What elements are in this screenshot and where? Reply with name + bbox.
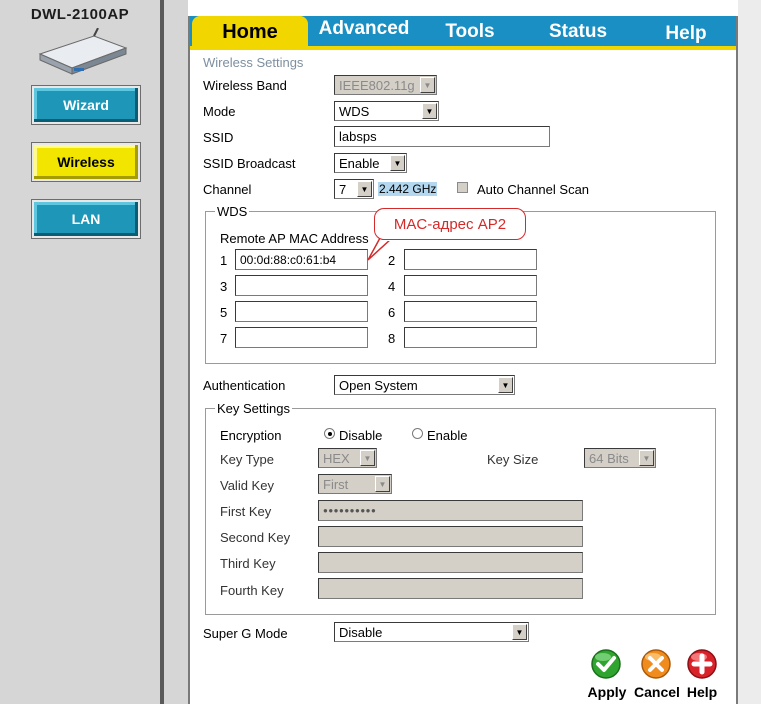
help-label: Help	[686, 684, 718, 700]
wireless-band-label: Wireless Band	[203, 78, 287, 93]
mode-select[interactable]: WDS ▼	[334, 101, 439, 121]
wds-entry-number: 3	[220, 279, 228, 294]
encryption-disable-label: Disable	[339, 428, 383, 443]
wds-legend: WDS	[215, 204, 250, 219]
key-size-select[interactable]: 64 Bits ▼	[584, 448, 656, 468]
chevron-down-icon: ▼	[360, 450, 375, 466]
ssid-label: SSID	[203, 130, 234, 145]
wds-mac-input-5[interactable]	[235, 301, 368, 322]
tab-help[interactable]: Help	[636, 16, 736, 46]
encryption-label: Encryption	[220, 428, 282, 443]
chevron-down-icon: ▼	[512, 624, 527, 640]
tab-home[interactable]: Home	[192, 16, 308, 46]
wds-entry-number: 7	[220, 331, 228, 346]
key-type-select[interactable]: HEX ▼	[318, 448, 377, 468]
super-g-mode-label: Super G Mode	[203, 626, 288, 641]
third-key-label: Third Key	[220, 556, 276, 571]
access-point-device-image	[38, 28, 128, 75]
authentication-select[interactable]: Open System ▼	[334, 375, 515, 395]
help-plus-icon	[687, 649, 717, 679]
second-key-label: Second Key	[220, 530, 291, 545]
wireless-band-select[interactable]: IEEE802.11g ▼	[334, 75, 437, 95]
wds-mac-input-2[interactable]	[404, 249, 537, 270]
key-size-label: Key Size	[487, 452, 539, 467]
first-key-input[interactable]: ●●●●●●●●●●	[318, 500, 583, 521]
nav-wireless-button[interactable]: Wireless	[31, 142, 141, 182]
wds-entry-number: 6	[388, 305, 396, 320]
apply-label: Apply	[587, 684, 627, 700]
cancel-button[interactable]: Cancel	[632, 648, 682, 702]
second-key-input[interactable]	[318, 526, 583, 547]
channel-frequency: 2.442 GHz	[378, 182, 438, 196]
valid-key-label: Valid Key	[220, 478, 274, 493]
remote-ap-mac-label: Remote AP MAC Address	[220, 231, 369, 246]
chevron-down-icon: ▼	[420, 77, 435, 93]
channel-value: 7	[339, 181, 347, 197]
help-button[interactable]: Help	[682, 648, 722, 702]
checkmark-icon	[591, 649, 621, 679]
product-title: DWL-2100AP	[30, 6, 130, 23]
auto-channel-scan-checkbox[interactable]	[457, 182, 468, 193]
wds-mac-input-1[interactable]: 00:0d:88:c0:61:b4	[235, 249, 368, 270]
mode-label: Mode	[203, 104, 236, 119]
wds-mac-input-6[interactable]	[404, 301, 537, 322]
third-key-input[interactable]	[318, 552, 583, 573]
channel-select[interactable]: 7 ▼	[334, 179, 374, 199]
super-g-mode-value: Disable	[339, 624, 383, 640]
authentication-label: Authentication	[203, 378, 286, 393]
wds-entry-number: 5	[220, 305, 228, 320]
valid-key-select[interactable]: First ▼	[318, 474, 392, 494]
tab-status[interactable]: Status	[522, 16, 634, 46]
wds-mac-input-7[interactable]	[235, 327, 368, 348]
first-key-label: First Key	[220, 504, 272, 519]
frame-border	[188, 16, 190, 704]
wds-entry-number: 8	[388, 331, 396, 346]
wds-entry-number: 4	[388, 279, 396, 294]
chevron-down-icon: ▼	[357, 181, 372, 197]
chevron-down-icon: ▼	[639, 450, 654, 466]
channel-label: Channel	[203, 182, 252, 197]
apply-button[interactable]: Apply	[584, 648, 630, 702]
encryption-disable-radio[interactable]	[324, 428, 335, 439]
cancel-label: Cancel	[634, 684, 680, 700]
ssid-broadcast-value: Enable	[339, 155, 380, 171]
radio-selected-dot	[327, 431, 332, 436]
authentication-value: Open System	[339, 377, 418, 393]
key-type-label: Key Type	[220, 452, 274, 467]
key-size-value: 64 Bits	[589, 450, 629, 466]
super-g-mode-select[interactable]: Disable ▼	[334, 622, 529, 642]
wds-mac-input-3[interactable]	[235, 275, 368, 296]
ssid-broadcast-label: SSID Broadcast	[203, 156, 296, 171]
nav-wizard-button[interactable]: Wizard	[31, 85, 141, 125]
wds-entry-number: 1	[220, 253, 228, 268]
nav-lan-button[interactable]: LAN	[31, 199, 141, 239]
chevron-down-icon: ▼	[498, 377, 513, 393]
mode-value: WDS	[339, 103, 370, 119]
ssid-input[interactable]: labsps	[334, 126, 550, 147]
tab-underline	[190, 46, 736, 50]
chevron-down-icon: ▼	[422, 103, 437, 119]
chevron-down-icon: ▼	[390, 155, 405, 171]
key-settings-legend: Key Settings	[215, 401, 292, 416]
chevron-down-icon: ▼	[375, 476, 390, 492]
cancel-x-icon	[641, 649, 671, 679]
mac-address-callout: MAC-адрес AP2	[374, 208, 526, 240]
panel-gutter	[164, 0, 188, 704]
ssid-broadcast-select[interactable]: Enable ▼	[334, 153, 407, 173]
section-title: Wireless Settings	[203, 55, 304, 70]
tab-advanced[interactable]: Advanced	[310, 16, 418, 46]
fourth-key-label: Fourth Key	[220, 583, 284, 598]
wds-mac-input-4[interactable]	[404, 275, 537, 296]
valid-key-value: First	[323, 476, 349, 492]
fourth-key-input[interactable]	[318, 578, 583, 599]
encryption-enable-radio[interactable]	[412, 428, 423, 439]
key-type-value: HEX	[323, 450, 350, 466]
encryption-enable-label: Enable	[427, 428, 468, 443]
wds-mac-input-8[interactable]	[404, 327, 537, 348]
auto-channel-scan-label: Auto Channel Scan	[477, 182, 590, 197]
right-margin	[738, 0, 761, 704]
tab-tools[interactable]: Tools	[420, 16, 520, 46]
wireless-band-value: IEEE802.11g	[339, 77, 415, 93]
